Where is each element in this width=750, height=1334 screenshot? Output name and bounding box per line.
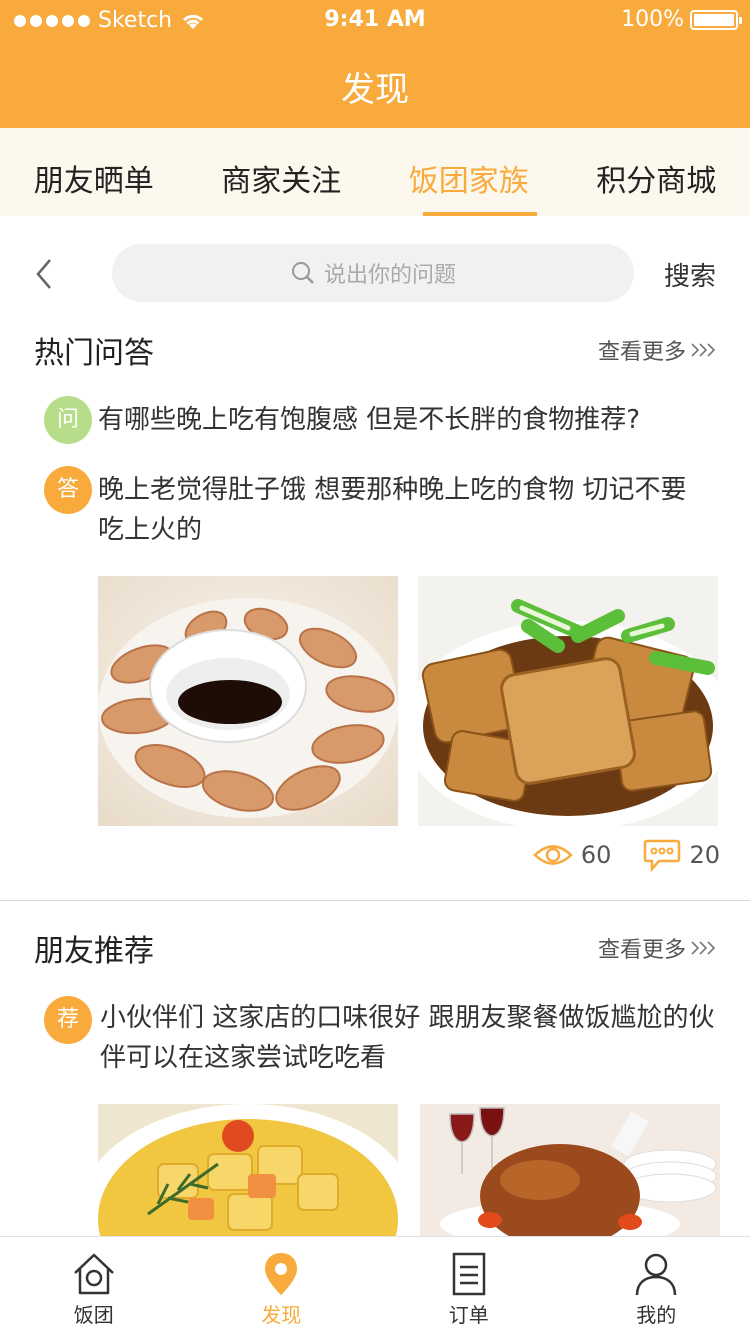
search-row: 说出你的问题 搜索	[0, 244, 750, 302]
tabbar-item-discover[interactable]: 发现	[188, 1237, 376, 1334]
question-badge: 问	[44, 396, 92, 444]
eye-icon	[533, 845, 573, 865]
battery-group: 100%	[621, 7, 742, 32]
tab-rice-family[interactable]: 饭团家族	[375, 128, 563, 216]
house-icon	[73, 1253, 114, 1295]
person-icon	[636, 1253, 677, 1296]
comment-bubble-icon	[644, 839, 681, 872]
question-text[interactable]: 有哪些晚上吃有饱腹感 但是不长胖的食物推荐?	[98, 400, 718, 440]
status-bar: Sketch 9:41 AM 100%	[0, 0, 750, 40]
recommend-text[interactable]: 小伙伴们 这家店的口味很好 跟朋友聚餐做饭尴尬的伙伴可以在这家尝试吃吃看	[100, 998, 716, 1078]
search-button[interactable]: 搜索	[664, 256, 716, 293]
comments-stat[interactable]: 20	[643, 838, 720, 872]
page-title: 发现	[341, 70, 409, 110]
tofu-photo[interactable]	[418, 576, 718, 826]
top-tabs: 朋友晒单 商家关注 饭团家族 积分商城	[0, 128, 750, 216]
stats-row: 60 20	[511, 838, 720, 872]
triple-chevron-icon	[691, 941, 716, 955]
triple-chevron-icon	[691, 343, 716, 357]
tabbar-item-home[interactable]: 饭团	[0, 1237, 188, 1334]
search-placeholder: 说出你的问题	[323, 263, 456, 288]
answer-badge: 答	[44, 466, 92, 514]
dumplings-photo[interactable]	[98, 576, 398, 826]
hot-qa-more-link[interactable]: 查看更多	[598, 334, 718, 366]
answer-text[interactable]: 晚上老觉得肚子饿 想要那种晚上吃的食物 切记不要吃上火的	[98, 470, 710, 550]
search-icon	[291, 262, 314, 284]
search-input[interactable]: 说出你的问题	[112, 244, 634, 302]
curry-photo[interactable]	[98, 1104, 398, 1236]
tabbar-label: 订单	[448, 1303, 489, 1327]
comments-count: 20	[689, 841, 720, 869]
views-stat: 60	[533, 841, 612, 869]
friend-recommend-more-link[interactable]: 查看更多	[598, 932, 718, 964]
tab-points-mall[interactable]: 积分商城	[563, 128, 750, 216]
tabbar-label: 我的	[636, 1303, 677, 1327]
more-label: 查看更多	[597, 938, 686, 963]
back-chevron-icon[interactable]	[30, 254, 60, 294]
hot-qa-title: 热门问答	[34, 336, 154, 371]
section-divider	[0, 900, 750, 901]
location-pin-icon	[265, 1253, 298, 1295]
tab-merchant-follow[interactable]: 商家关注	[188, 128, 376, 216]
order-list-icon	[452, 1252, 485, 1296]
battery-percent: 100%	[621, 7, 684, 32]
battery-icon	[690, 9, 742, 30]
recommend-badge: 荐	[44, 996, 92, 1044]
views-count: 60	[580, 841, 612, 869]
bottom-tabbar: 饭团 发现 订单 我的	[0, 1236, 750, 1334]
friend-recommend-title: 朋友推荐	[34, 934, 154, 969]
tabbar-item-me[interactable]: 我的	[563, 1237, 750, 1334]
tabbar-item-orders[interactable]: 订单	[375, 1237, 563, 1334]
app-header: Sketch 9:41 AM 100% 发现	[0, 0, 750, 128]
tab-friends-share[interactable]: 朋友晒单	[0, 128, 188, 216]
tabbar-label: 饭团	[73, 1303, 114, 1327]
tabbar-label: 发现	[261, 1303, 302, 1327]
roast-chicken-photo[interactable]	[420, 1104, 720, 1236]
more-label: 查看更多	[597, 340, 686, 365]
